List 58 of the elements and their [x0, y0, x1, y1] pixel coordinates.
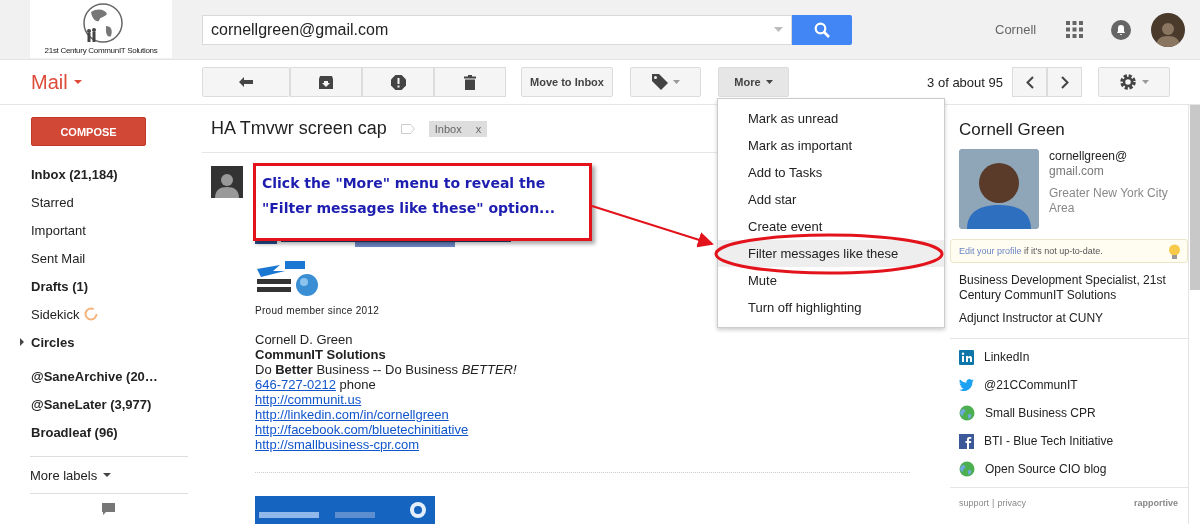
phone-link[interactable]: 646-727-0212 — [255, 377, 336, 392]
sidebar-item[interactable]: Circles — [0, 328, 202, 356]
job-title: Adjunct Instructor at CUNY — [959, 311, 1105, 326]
profile-link[interactable]: LinkedIn — [959, 343, 1188, 371]
callout-text: Click the "More" menu to reveal the "Filter messages like these" option... — [262, 174, 557, 218]
menu-item[interactable]: Mark as unread — [718, 105, 944, 132]
logo-text: 21st Century CommunIT Solutions — [44, 46, 158, 55]
sidebar-item[interactable]: Sent Mail — [0, 244, 202, 272]
email-subject: HA Tmvwr screen cap — [211, 118, 387, 139]
search-field[interactable]: cornellgreen@gmail.com — [202, 14, 792, 45]
profile-link[interactable]: Open Source CIO blog — [959, 455, 1188, 483]
more-button[interactable]: More — [718, 67, 789, 97]
support-link[interactable]: support — [959, 498, 990, 508]
signature-line: Do Better Business -- Do Business BETTER! — [255, 362, 517, 377]
phone-line: 646-727-0212 phone — [255, 377, 376, 392]
separator-text: | — [992, 498, 995, 508]
sidebar-item[interactable]: Broadleaf (96) — [0, 418, 202, 446]
edit-profile-link[interactable]: Edit your profile — [959, 246, 1022, 256]
contact-name: Cornell Green — [959, 120, 1066, 140]
brand-text: rapportive — [1134, 498, 1178, 508]
sidebar-item[interactable]: @SaneArchive (20… — [0, 362, 202, 390]
contact-location: Greater New York City Area — [1049, 186, 1169, 216]
sidebar-item[interactable]: Starred — [0, 188, 202, 216]
mail-menu[interactable]: Mail — [31, 70, 202, 94]
job-title: Business Development Specialist, 21st Century CommunIT Solutions — [959, 273, 1167, 303]
profile-link[interactable]: Small Business CPR — [959, 399, 1188, 427]
membership-text: Proud member since 2012 — [255, 305, 380, 316]
menu-item[interactable]: Add star — [718, 186, 944, 213]
menu-item[interactable]: Turn off highlighting — [718, 294, 944, 321]
contact-email: cornellgreen@ — [1049, 149, 1129, 164]
sidebar-item[interactable]: @SaneLater (3,977) — [0, 390, 202, 418]
privacy-link[interactable]: privacy — [997, 498, 1026, 508]
signature-line: Cornell D. Green — [255, 332, 353, 347]
menu-item[interactable]: Add to Tasks — [718, 159, 944, 186]
more-labels-button[interactable]: More labels — [30, 457, 202, 493]
menu-item[interactable]: Filter messages like these — [718, 240, 944, 267]
sidebar-item[interactable]: Important — [0, 216, 202, 244]
signature-link[interactable]: http://communit.us — [255, 392, 362, 407]
signature-link[interactable]: http://smallbusiness-cpr.com — [255, 437, 419, 452]
sidebar-item[interactable]: Inbox (21,184) — [0, 160, 202, 188]
move-to-inbox-button[interactable]: Move to Inbox — [521, 67, 613, 97]
signature-link[interactable]: http://linkedin.com/in/cornellgreen — [255, 407, 449, 422]
signature-link[interactable]: http://facebook.com/bluetechinitiative — [255, 422, 469, 437]
menu-item[interactable]: Mute — [718, 267, 944, 294]
inbox-label: Inbox x — [428, 120, 488, 137]
signature-line: CommunIT Solutions — [255, 347, 386, 362]
menu-item[interactable]: Create event — [718, 213, 944, 240]
account-name[interactable]: Cornell — [995, 22, 1037, 37]
menu-item[interactable]: Mark as important — [718, 132, 944, 159]
edit-profile-text: Edit your profile if it's not up-to-date. — [959, 246, 1103, 256]
sidebar-item[interactable]: Sidekick — [0, 300, 202, 328]
profile-link[interactable]: @21CCommunIT — [959, 371, 1188, 399]
profile-link[interactable]: BTI - Blue Tech Initiative — [959, 427, 1188, 455]
contact-email: gmail.com — [1049, 164, 1105, 179]
sidebar-item[interactable]: Drafts (1) — [0, 272, 202, 300]
remove-label-button[interactable]: x — [475, 122, 482, 135]
pagination-text: 3 of about 95 — [927, 74, 1003, 90]
compose-button[interactable]: COMPOSE — [31, 117, 146, 146]
